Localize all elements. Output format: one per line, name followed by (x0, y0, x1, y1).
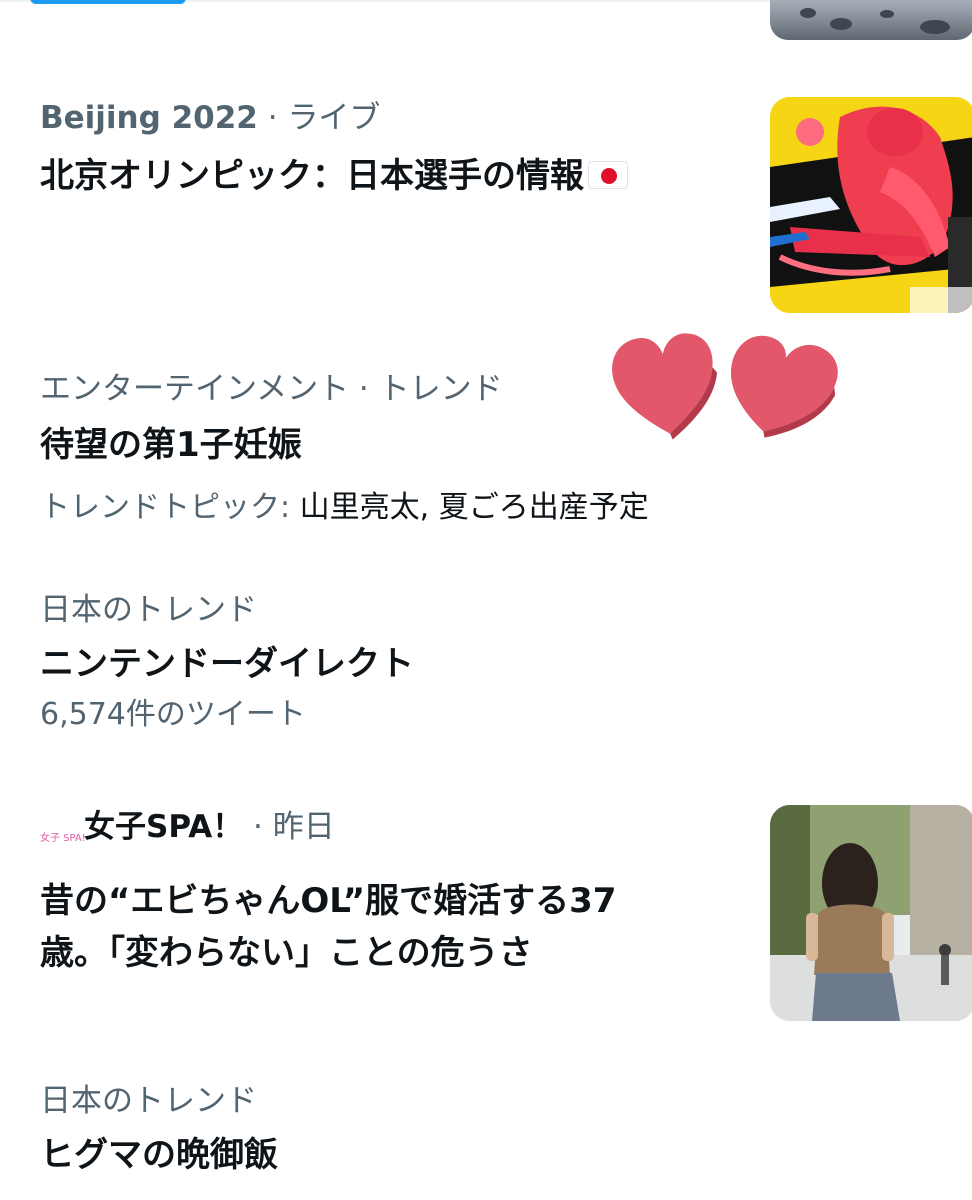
heart-icon (730, 335, 838, 438)
olympic-artwork (770, 97, 972, 313)
news-source: 女子SPA！ (84, 809, 244, 845)
tweet-count: 6,574件のツイート (40, 697, 306, 732)
woman-photo (770, 805, 972, 1021)
trend-title: 待望の第1子妊娠 (40, 425, 302, 465)
trend-title-text: 北京オリンピック：日本選手の情報 (40, 156, 584, 196)
news-item-joshi-spa[interactable]: 女子 SPA!女子SPA！ · 昨日 昔の“エビちゃんOL”服で婚活する37 歳… (40, 808, 616, 976)
heart-icon (612, 333, 717, 440)
news-title-line2: 歳。「変わらない」ことの危うさ (40, 933, 533, 973)
joshi-spa-logo-icon: 女子 SPA! (40, 833, 86, 844)
trend-category: エンターテインメント (40, 371, 350, 407)
trend-topic: トレンドトピック: 山里亮太, 夏ごろ出産予定 (40, 488, 649, 528)
trend-item-nintendo[interactable]: 日本のトレンド ニンテンドーダイレクト 6,574件のツイート (40, 591, 414, 735)
previous-item-thumbnail[interactable] (770, 0, 972, 40)
trend-item-entertainment[interactable]: エンターテインメント · トレンド 待望の第1子妊娠 トレンドトピック: 山里亮… (40, 370, 649, 528)
news-time: 昨日 (272, 809, 335, 845)
trend-title: ヒグマの晩御飯 (40, 1135, 278, 1175)
topic-label: トレンドトピック: (40, 490, 291, 525)
trend-label: トレンド (378, 371, 503, 407)
olympic-thumbnail[interactable] (770, 97, 972, 313)
japan-flag-icon (588, 161, 628, 189)
meta-separator: · (243, 809, 273, 845)
news-title-line1: 昔の“エビちゃんOL”服で婚活する37 (40, 881, 617, 921)
trend-title: ニンテンドーダイレクト (40, 644, 414, 684)
trend-meta: Beijing 2022 · ライブ (40, 99, 628, 137)
trend-category: Beijing 2022 (40, 100, 258, 136)
trend-category: 日本のトレンド (40, 592, 257, 628)
trend-category: 日本のトレンド (40, 1083, 257, 1119)
top-button-partial[interactable] (30, 0, 186, 4)
trends-page: Beijing 2022 · ライブ 北京オリンピック：日本選手の情報 エンター… (0, 0, 972, 1200)
topic-value: 山里亮太, 夏ごろ出産予定 (299, 490, 649, 525)
hearts-sticker (612, 333, 838, 440)
meta-separator: · (257, 100, 288, 136)
trend-meta: エンターテインメント · トレンド (40, 370, 649, 408)
article-thumbnail[interactable] (770, 805, 972, 1021)
trend-item-higuma[interactable]: 日本のトレンド ヒグマの晩御飯 (40, 1082, 278, 1178)
meta-separator: · (349, 371, 379, 407)
trend-label: ライブ (287, 100, 381, 136)
trend-title: 北京オリンピック：日本選手の情報 (40, 153, 628, 199)
news-meta: 女子 SPA!女子SPA！ · 昨日 (40, 808, 616, 866)
trend-item-beijing[interactable]: Beijing 2022 · ライブ 北京オリンピック：日本選手の情報 (40, 99, 628, 199)
